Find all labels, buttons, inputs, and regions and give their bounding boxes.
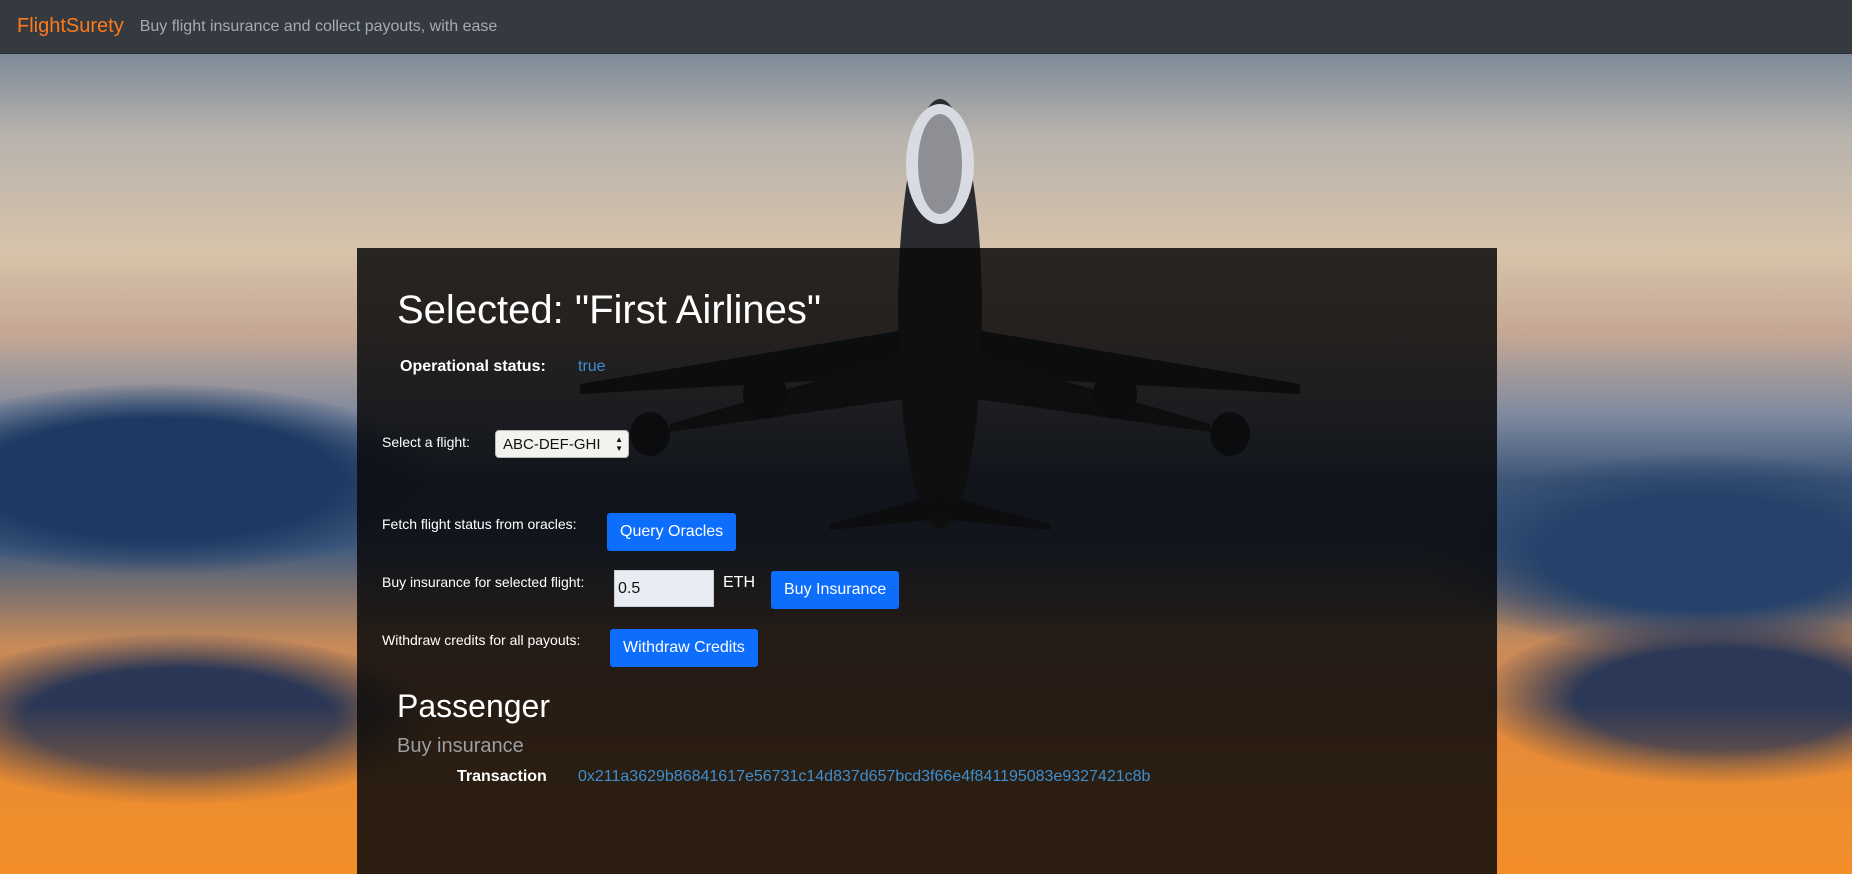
page-title: Selected: "First Airlines" <box>397 288 822 332</box>
passenger-section-subtitle: Buy insurance <box>397 735 524 757</box>
operational-status-value: true <box>578 358 606 375</box>
insurance-amount-input[interactable] <box>614 570 714 607</box>
navbar-tagline: Buy flight insurance and collect payouts… <box>139 17 498 35</box>
up-down-arrows-icon: ▲ ▼ <box>615 435 623 453</box>
buy-insurance-button[interactable]: Buy Insurance <box>771 571 900 609</box>
main-panel: Selected: "First Airlines" Operational s… <box>357 248 1497 874</box>
transaction-label: Transaction <box>457 768 547 785</box>
passenger-section-title: Passenger <box>397 688 550 724</box>
buy-insurance-label: Buy insurance for selected flight: <box>382 574 585 590</box>
navbar: FlightSurety Buy flight insurance and co… <box>0 0 1852 54</box>
flight-select[interactable]: ABC-DEF-GHI ▲ ▼ <box>495 430 629 458</box>
query-oracles-button[interactable]: Query Oracles <box>607 513 737 551</box>
fetch-status-label: Fetch flight status from oracles: <box>382 516 577 532</box>
withdraw-credits-button[interactable]: Withdraw Credits <box>610 629 758 667</box>
select-flight-label: Select a flight: <box>382 434 470 450</box>
amount-unit: ETH <box>723 574 755 591</box>
operational-status-label: Operational status: <box>400 358 546 375</box>
flight-select-value: ABC-DEF-GHI <box>503 435 601 453</box>
brand-link[interactable]: FlightSurety <box>17 15 124 38</box>
transaction-hash: 0x211a3629b86841617e56731c14d837d657bcd3… <box>578 768 1151 785</box>
withdraw-label: Withdraw credits for all payouts: <box>382 632 581 648</box>
